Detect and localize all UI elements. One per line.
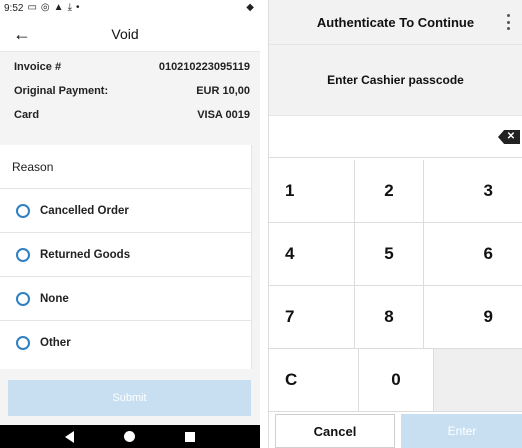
nav-back-icon[interactable] [65,430,74,443]
page-title: Void [111,25,139,42]
radio-button-icon[interactable] [16,203,30,218]
key-1[interactable]: 1 [269,160,355,222]
reason-option-other[interactable]: Other [0,321,251,365]
overflow-menu-icon[interactable] [502,14,514,30]
key-6[interactable]: 6 [424,223,522,285]
download-icon: ⤓ [67,2,72,13]
notification-box-icon: ▭ [27,2,37,13]
reason-heading: Reason [0,145,251,189]
back-arrow-icon[interactable]: ← [10,22,34,46]
auth-title: Authenticate To Continue [316,14,475,30]
app-bar: ← Void [0,16,260,52]
key-clear[interactable]: C [269,349,360,411]
option-label: Returned Goods [40,248,131,261]
passcode-entry-field[interactable]: ✕ [269,116,522,158]
key-9[interactable]: 9 [424,286,522,348]
radio-button-icon[interactable] [16,336,30,350]
cancel-button[interactable]: Cancel [275,414,395,448]
option-label: Other [40,337,71,349]
warning-icon: ▲ [53,2,64,13]
info-label: Original Payment: [14,85,109,97]
key-4[interactable]: 4 [269,223,355,285]
status-left: 9:52 ▭ ◎ ▲ ⤓ • [4,3,80,14]
key-3[interactable]: 3 [424,160,522,222]
auth-actions: Cancel Enter [269,414,522,448]
key-7[interactable]: 7 [269,286,355,348]
key-empty [433,349,522,411]
nav-recents-icon[interactable] [185,431,195,442]
keypad-row: C 0 [269,349,522,412]
reason-option-none[interactable]: None [0,277,251,321]
info-label: Invoice # [14,61,62,73]
numeric-keypad: 1 2 3 4 5 6 7 8 9 C 0 [269,160,522,412]
radio-button-icon[interactable] [16,247,30,262]
keypad-row: 4 5 6 [269,223,522,286]
reason-card: Reason Cancelled Order Returned Goods No… [0,145,252,369]
radio-button-icon[interactable] [16,291,30,306]
info-value: 010210223095119 [158,61,250,73]
dot-icon: • [75,2,80,13]
status-time: 9:52 [4,2,24,14]
android-nav-bar [0,425,260,448]
info-row-original-payment: Original Payment: EUR 10,00 [14,79,250,103]
key-5[interactable]: 5 [354,223,425,285]
auth-header: Authenticate To Continue [269,0,522,44]
info-value: VISA 0019 [197,109,250,121]
enter-button[interactable]: Enter [401,414,522,448]
info-label: Card [14,109,40,121]
keypad-row: 1 2 3 [269,160,522,223]
key-0[interactable]: 0 [359,349,434,411]
info-row-card: Card VISA 0019 [14,103,250,127]
key-8[interactable]: 8 [354,286,425,348]
wifi-icon: ◆ [246,2,254,13]
info-row-invoice: Invoice # 010210223095119 [14,55,250,79]
nav-home-icon[interactable] [124,431,135,442]
notification-circle-icon: ◎ [40,2,50,13]
option-label: Cancelled Order [40,204,129,217]
option-label: None [40,292,69,305]
status-bar: 9:52 ▭ ◎ ▲ ⤓ • ◆ [0,0,260,16]
auth-screen: Authenticate To Continue Enter Cashier p… [268,0,522,448]
backspace-icon[interactable]: ✕ [498,130,520,144]
void-screen: 9:52 ▭ ◎ ▲ ⤓ • ◆ ← Void Invoice # 010210… [0,0,260,448]
submit-button[interactable]: Submit [8,380,251,416]
key-2[interactable]: 2 [354,160,425,222]
keypad-row: 7 8 9 [269,286,522,349]
info-value: EUR 10,00 [196,85,250,97]
reason-option-cancelled-order[interactable]: Cancelled Order [0,189,251,233]
passcode-prompt: Enter Cashier passcode [269,44,522,116]
payment-info: Invoice # 010210223095119 Original Payme… [0,52,260,127]
reason-option-returned-goods[interactable]: Returned Goods [0,233,251,277]
